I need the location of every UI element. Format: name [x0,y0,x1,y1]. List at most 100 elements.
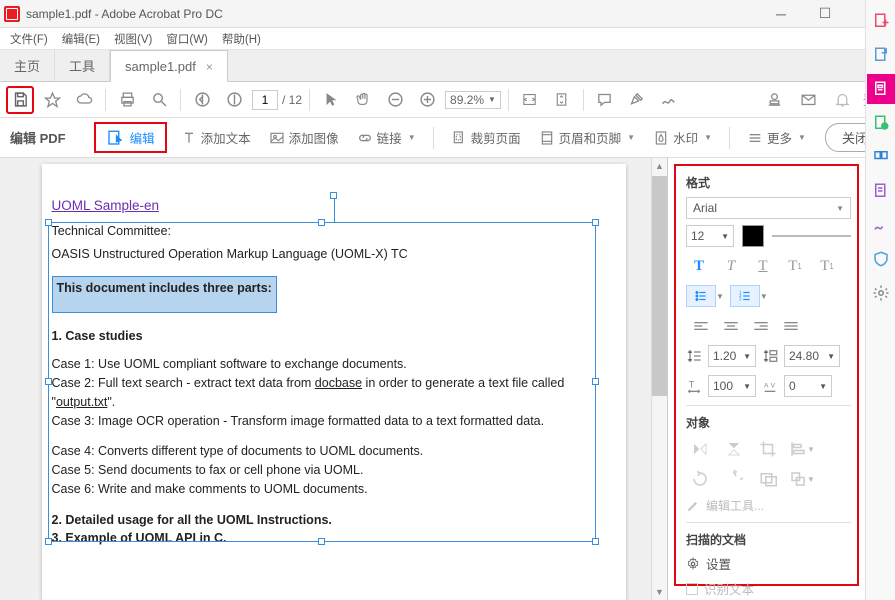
horiz-scale-input[interactable]: 100▼ [708,375,756,397]
menu-window[interactable]: 窗口(W) [162,29,212,49]
font-size-input[interactable]: 12▼ [686,225,734,247]
char-spacing-input[interactable]: 0▼ [784,375,832,397]
italic-button[interactable]: T [718,255,744,277]
recognize-text-checkbox[interactable]: 识别文本 [686,579,851,598]
hand-tool[interactable] [349,86,377,114]
crop-button[interactable]: 裁剪页面 [447,125,525,150]
rail-more-icon[interactable] [867,278,895,308]
tab-close-icon[interactable]: × [206,60,213,74]
align-obj-button[interactable]: ▼ [788,437,816,461]
more-button[interactable]: 更多▼ [743,125,810,150]
pdf-page[interactable]: UOML Sample-en Technical Committee: OASI… [42,164,626,600]
rail-sign-icon[interactable] [867,210,895,240]
tab-home[interactable]: 主页 [0,49,55,81]
tab-file-label: sample1.pdf [125,59,196,74]
document-area: UOML Sample-en Technical Committee: OASI… [0,158,668,600]
char-spacing-icon: AV [762,378,778,394]
app-icon [4,6,20,22]
underline-button[interactable]: T [750,255,776,277]
header-footer-button[interactable]: 页眉和页脚▼ [535,125,639,150]
para-spacing-input[interactable]: 24.80▼ [784,345,840,367]
page-counter: / 12 [252,90,302,110]
menu-help[interactable]: 帮助(H) [218,29,265,49]
line-spacing-input[interactable]: 1.20▼ [708,345,756,367]
edit-tools-link[interactable]: 编辑工具... [686,497,851,514]
align-left-button[interactable] [686,315,716,337]
text-selection-box[interactable] [48,222,596,542]
bold-button[interactable]: T [686,255,712,277]
arrange-button[interactable]: ▼ [788,467,816,491]
rail-edit-icon[interactable] [867,74,895,104]
next-page-button[interactable] [220,86,248,114]
font-select[interactable]: Arial▼ [686,197,851,219]
number-list-button[interactable]: 123 [730,285,760,307]
format-sidebar: 格式 Arial▼ 12▼ T T T T1 T1 ▼ 123 ▼ [668,158,865,600]
search-button[interactable] [145,86,173,114]
replace-image-button[interactable] [754,467,782,491]
tab-tools[interactable]: 工具 [55,49,110,81]
rail-redact-icon[interactable] [867,176,895,206]
settings-link[interactable]: 设置 [686,554,851,573]
flip-h-button[interactable] [686,437,714,461]
fit-page-button[interactable] [548,86,576,114]
add-text-button[interactable]: 添加文本 [177,125,255,150]
cloud-button[interactable] [70,86,98,114]
edit-pdf-label: 编辑 PDF [10,128,66,147]
pointer-tool[interactable] [317,86,345,114]
scroll-thumb[interactable] [652,176,667,396]
scroll-up-icon[interactable]: ▲ [652,158,667,174]
page-total: / 12 [282,93,302,107]
prev-page-button[interactable] [188,86,216,114]
superscript-button[interactable]: T1 [782,255,808,277]
add-image-button[interactable]: 添加图像 [265,125,343,150]
scroll-down-icon[interactable]: ▼ [652,584,667,600]
menu-view[interactable]: 视图(V) [110,29,156,49]
main-toolbar: / 12 89.2%▼ 登录 [0,82,895,118]
minimize-button[interactable]: ─ [759,0,803,28]
menubar: 文件(F) 编辑(E) 视图(V) 窗口(W) 帮助(H) [0,28,895,50]
zoom-out-button[interactable] [381,86,409,114]
maximize-button[interactable]: ☐ [803,0,847,28]
menu-file[interactable]: 文件(F) [6,29,52,49]
objects-heading: 对象 [686,414,851,431]
edit-button[interactable]: 编辑 [94,122,167,153]
horiz-scale-icon: T [686,378,702,394]
tab-file[interactable]: sample1.pdf × [110,50,228,82]
align-right-button[interactable] [746,315,776,337]
print-button[interactable] [113,86,141,114]
save-button[interactable] [6,86,34,114]
align-center-button[interactable] [716,315,746,337]
underline-preview [772,235,851,237]
notify-button[interactable] [829,86,857,114]
rotate-cw-button[interactable] [720,467,748,491]
line-spacing-icon [686,348,702,364]
rail-organize-icon[interactable] [867,142,895,172]
subscript-button[interactable]: T1 [814,255,840,277]
sign-button[interactable] [655,86,683,114]
highlight-button[interactable] [623,86,651,114]
svg-text:A: A [764,382,769,389]
zoom-select[interactable]: 89.2%▼ [445,91,501,109]
color-swatch[interactable] [742,225,764,247]
rail-create-icon[interactable] [867,6,895,36]
mail-button[interactable] [795,86,823,114]
titlebar: sample1.pdf - Adobe Acrobat Pro DC ─ ☐ ✕ [0,0,895,28]
crop-obj-button[interactable] [754,437,782,461]
rotate-ccw-button[interactable] [686,467,714,491]
stamp-button[interactable] [761,86,789,114]
watermark-button[interactable]: 水印▼ [649,125,716,150]
vertical-scrollbar[interactable]: ▲ ▼ [651,158,667,600]
link-button[interactable]: 链接▼ [353,125,420,150]
page-input[interactable] [252,90,278,110]
comment-button[interactable] [591,86,619,114]
bullet-list-button[interactable] [686,285,716,307]
zoom-in-button[interactable] [413,86,441,114]
rail-export-icon[interactable] [867,40,895,70]
rail-comment-icon[interactable] [867,108,895,138]
menu-edit[interactable]: 编辑(E) [58,29,104,49]
flip-v-button[interactable] [720,437,748,461]
align-justify-button[interactable] [776,315,806,337]
star-button[interactable] [38,86,66,114]
rail-protect-icon[interactable] [867,244,895,274]
fit-width-button[interactable] [516,86,544,114]
